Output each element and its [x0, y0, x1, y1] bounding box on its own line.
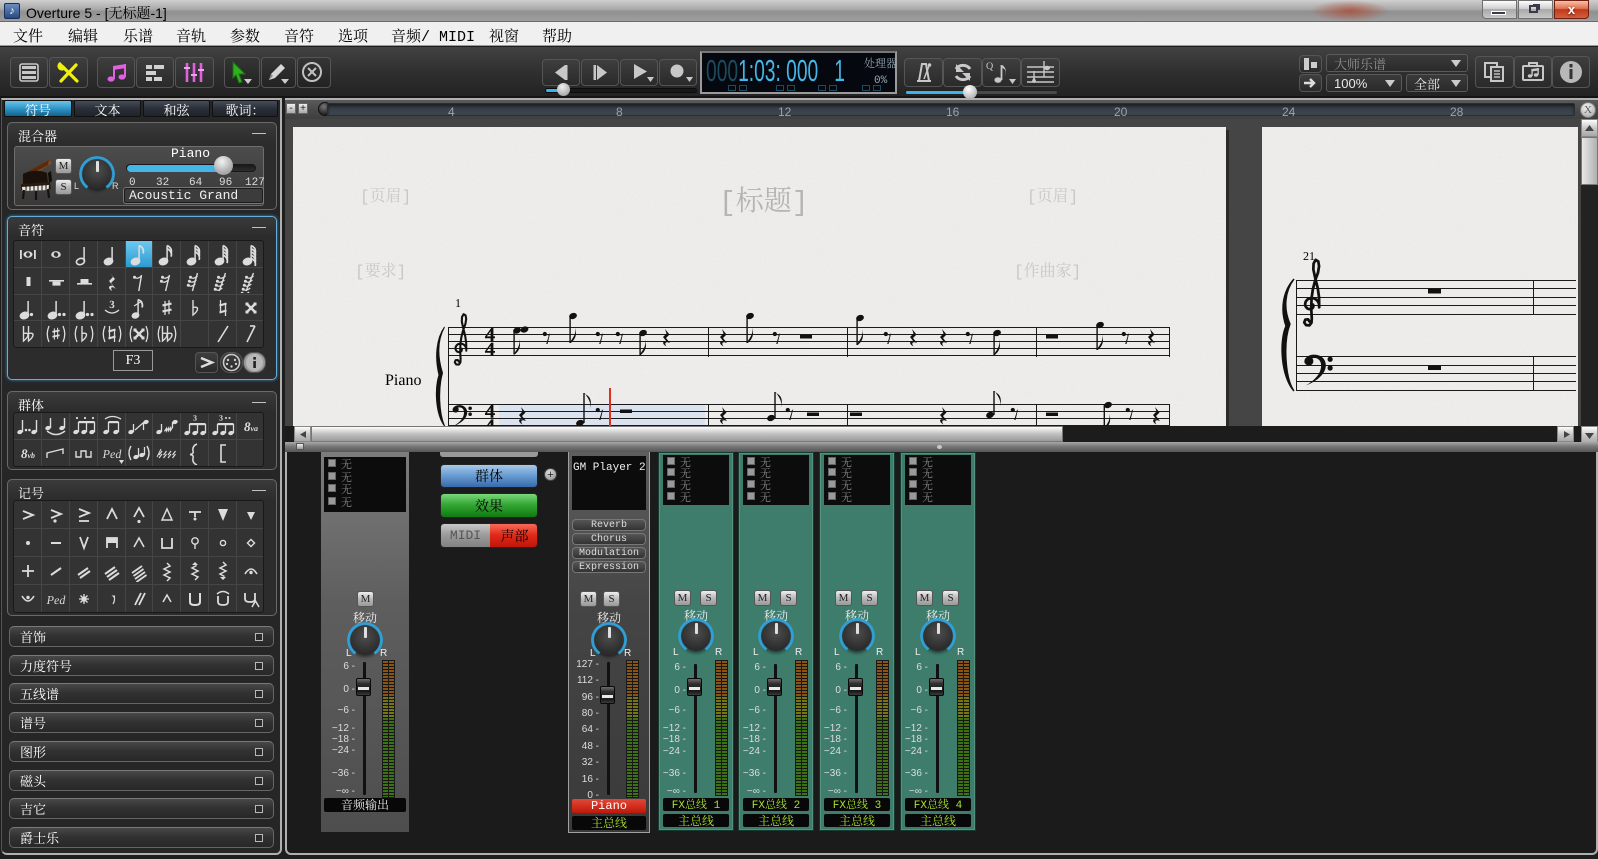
- svg-text:3: 3: [109, 299, 115, 311]
- svg-text:Piano: Piano: [385, 372, 421, 389]
- svg-text:8va: 8va: [243, 419, 257, 434]
- svg-text:Ped: Ped: [45, 593, 66, 607]
- svg-text:3: 3: [193, 414, 197, 423]
- svg-text:1: 1: [455, 296, 461, 310]
- svg-text:Q: Q: [986, 61, 994, 72]
- svg-text:8vb: 8vb: [20, 446, 34, 461]
- svg-text:Ped: Ped: [101, 447, 122, 461]
- svg-text:21: 21: [1303, 249, 1315, 263]
- svg-text:3: 3: [219, 414, 223, 423]
